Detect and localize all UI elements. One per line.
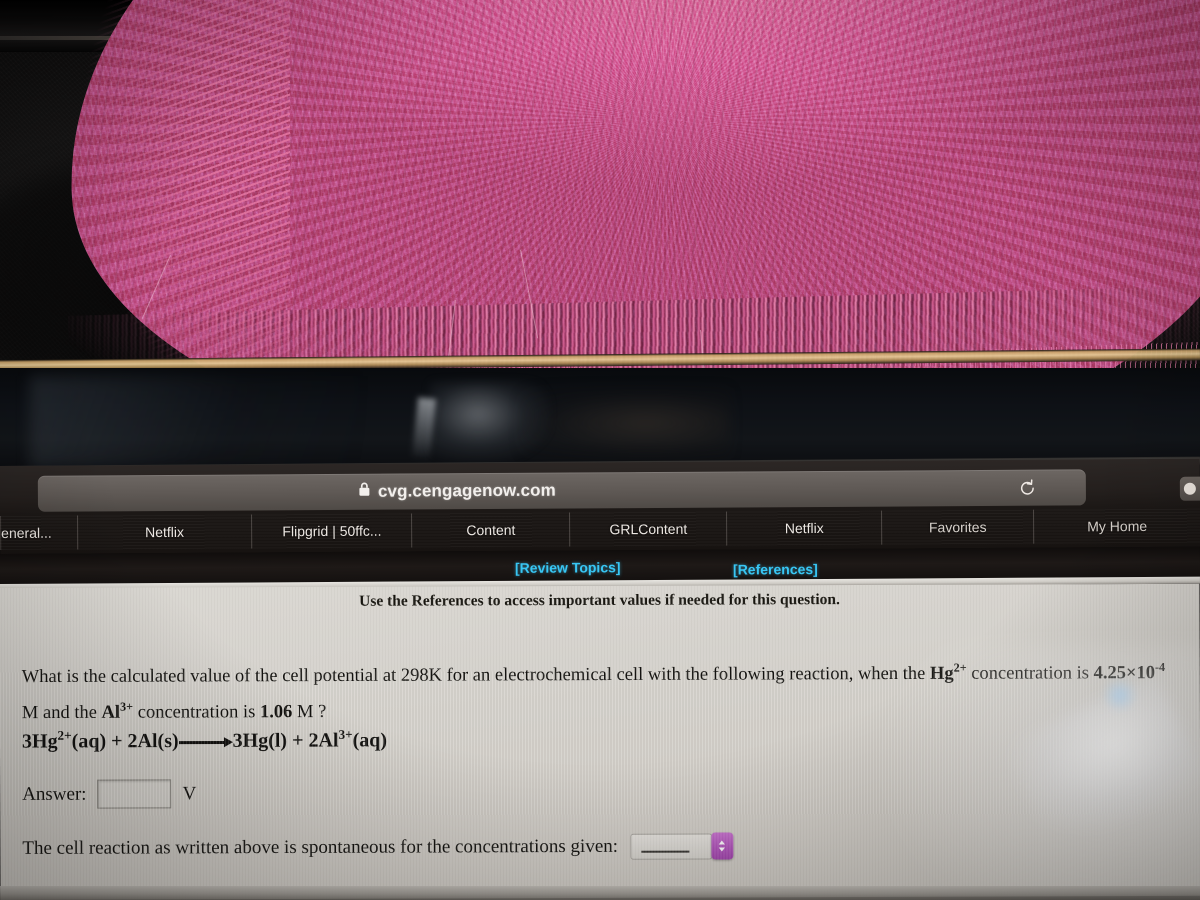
bookmark-label: My Home	[1087, 517, 1148, 535]
bookmark-item-general[interactable]: eneral...	[0, 515, 78, 550]
question-text: What is the calculated value of the cell…	[22, 652, 1174, 728]
bookmark-item-my-home[interactable]: My Home	[1034, 509, 1200, 544]
product2-coefficient: 2	[308, 729, 319, 752]
hg-concentration-value: 4.25×10	[1093, 663, 1156, 684]
reactant1-coefficient: 3	[21, 730, 33, 753]
question-part-4: concentration is	[133, 702, 261, 723]
bookmark-label: Netflix	[145, 523, 185, 541]
address-bar[interactable]: cvg.cengagenow.com	[37, 469, 1086, 512]
equation-plus-1: +	[106, 730, 128, 753]
species-al-charge: 3+	[119, 699, 134, 714]
reactant1-charge: 2+	[57, 727, 72, 743]
screen-reflection	[30, 376, 360, 468]
fuzzy-object-left-edge	[60, 0, 290, 400]
answer-input[interactable]	[97, 779, 172, 809]
select-placeholder-line	[641, 850, 690, 853]
question-part-3: M and the	[21, 702, 102, 724]
url-text: cvg.cengagenow.com	[377, 480, 556, 501]
bookmark-label: Favorites	[928, 518, 987, 536]
reactant2-state: (s)	[157, 730, 179, 753]
references-link[interactable]: [References]	[733, 561, 818, 578]
species-al: Al	[101, 702, 121, 723]
lock-icon	[358, 482, 371, 502]
references-instruction: Use the References to access important v…	[359, 591, 840, 610]
browser-chrome: cvg.cengagenow.com eneral... Netflix Fli…	[0, 458, 1200, 554]
al-concentration-value: 1.06	[259, 702, 293, 723]
bookmark-label: Content	[466, 521, 516, 539]
bookmarks-bar: eneral... Netflix Flipgrid | 50ffc... Co…	[0, 509, 1200, 550]
question-part-1: What is the calculated value of the cell…	[21, 663, 930, 688]
product1-state: (l)	[268, 729, 288, 752]
species-hg-charge: 2+	[953, 660, 967, 675]
chemical-equation: 3Hg2+(aq) + 2Al(s) 3Hg(l) + 2Al3+(aq)	[22, 727, 387, 754]
bookmark-item-flipgrid[interactable]: Flipgrid | 50ffc...	[252, 513, 413, 549]
reaction-arrow-icon	[179, 732, 233, 752]
spontaneity-label: The cell reaction as written above is sp…	[22, 835, 619, 859]
reactant1-symbol: Hg	[31, 730, 58, 753]
product2-symbol: Al	[318, 729, 339, 752]
species-hg: Hg	[929, 663, 954, 684]
screen-reflection	[520, 388, 730, 458]
product2-charge: 3+	[338, 726, 353, 742]
equation-plus-2: +	[287, 729, 309, 752]
bookmark-item-netflix-1[interactable]: Netflix	[77, 514, 253, 550]
product1-symbol: Hg	[242, 729, 269, 752]
photo-bottom-edge	[0, 886, 1200, 900]
reactant2-coefficient: 2	[127, 730, 138, 753]
bookmark-label: GRLContent	[609, 520, 688, 538]
reload-icon[interactable]	[1016, 477, 1038, 499]
product2-state: (aq)	[352, 729, 388, 752]
bookmark-item-favorites[interactable]: Favorites	[882, 509, 1035, 545]
answer-unit-label: V	[182, 782, 197, 804]
bookmark-label: eneral...	[1, 524, 52, 541]
bookmark-label: Netflix	[784, 519, 824, 537]
hg-concentration-exponent: -4	[1154, 659, 1166, 674]
reactant2-symbol: Al	[137, 730, 158, 753]
question-part-5: M ?	[292, 702, 327, 723]
bookmark-item-netflix-2[interactable]: Netflix	[727, 510, 883, 546]
answer-label: Answer:	[22, 783, 87, 805]
spontaneity-row: The cell reaction as written above is sp…	[22, 832, 734, 862]
answer-row: Answer: V	[22, 779, 196, 809]
bookmark-item-grlcontent[interactable]: GRLContent	[570, 511, 728, 547]
product1-coefficient: 3	[232, 729, 243, 752]
bookmark-label: Flipgrid | 50ffc...	[282, 522, 382, 540]
reactant1-state: (aq)	[71, 730, 107, 753]
bookmark-item-content[interactable]: Content	[412, 512, 571, 548]
photo-of-laptop-screen: cvg.cengagenow.com eneral... Netflix Fli…	[0, 0, 1200, 900]
question-part-2: concentration is	[966, 663, 1094, 684]
question-page: Use the References to access important v…	[0, 583, 1200, 900]
up-down-chevron-icon[interactable]	[710, 832, 734, 860]
toolbar-overflow-button[interactable]	[1179, 476, 1200, 501]
spontaneity-select[interactable]	[629, 832, 734, 860]
screen-reflection-highlight	[430, 382, 550, 462]
review-topics-link[interactable]: [Review Topics]	[515, 559, 621, 576]
